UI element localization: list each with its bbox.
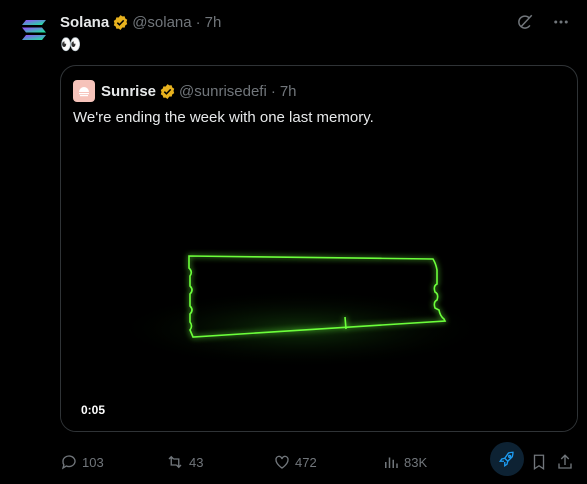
boost-button[interactable] (490, 442, 524, 476)
reply-button[interactable]: 103 (60, 450, 104, 474)
post-time[interactable]: 7h (205, 14, 222, 31)
quoted-author-name[interactable]: Sunrise (101, 83, 156, 100)
rocket-icon (498, 451, 514, 468)
verified-badge-icon (113, 14, 128, 30)
analytics-icon (385, 457, 398, 468)
sunrise-logo-icon (79, 87, 89, 97)
like-count: 472 (295, 454, 317, 470)
reply-count: 103 (82, 454, 104, 470)
quoted-post-text: We're ending the week with one last memo… (73, 109, 374, 126)
quoted-post[interactable]: Sunrise @sunrisedefi · 7h We're ending t… (60, 65, 578, 432)
separator-dot: · (270, 82, 276, 100)
quoted-author-handle[interactable]: @sunrisedefi (179, 83, 267, 100)
reply-icon (61, 455, 76, 470)
solana-logo-icon (22, 20, 46, 40)
views-button[interactable]: 83K (382, 450, 427, 474)
repost-button[interactable]: 43 (165, 450, 203, 474)
solana-avatar[interactable] (14, 10, 54, 50)
more-options-icon[interactable] (551, 12, 571, 32)
bookmark-icon (533, 454, 545, 471)
post-text: 👀 (60, 35, 82, 54)
author-handle[interactable]: @solana (132, 14, 191, 31)
share-icon (558, 454, 572, 469)
grok-icon[interactable] (515, 12, 535, 32)
neon-ticket-graphic (111, 255, 491, 369)
verified-badge-icon (160, 83, 175, 99)
quoted-post-header: Sunrise @sunrisedefi · 7h (73, 80, 297, 102)
video-timestamp: 0:05 (81, 403, 106, 417)
bookmark-button[interactable] (530, 450, 548, 474)
sunrise-avatar[interactable] (73, 80, 95, 102)
author-name[interactable]: Solana (60, 14, 109, 31)
share-button[interactable] (556, 450, 574, 474)
repost-count: 43 (189, 454, 204, 470)
view-count: 83K (404, 454, 428, 470)
quoted-post-time[interactable]: 7h (280, 83, 297, 100)
heart-icon (275, 455, 289, 469)
like-button[interactable]: 472 (273, 450, 317, 474)
action-bar: 103 43 472 83K (60, 442, 580, 476)
post-header: Solana @solana · 7h (60, 12, 577, 32)
video-player[interactable]: 0:05 (61, 134, 577, 431)
separator-dot: · (195, 13, 201, 31)
repost-icon (168, 455, 182, 469)
